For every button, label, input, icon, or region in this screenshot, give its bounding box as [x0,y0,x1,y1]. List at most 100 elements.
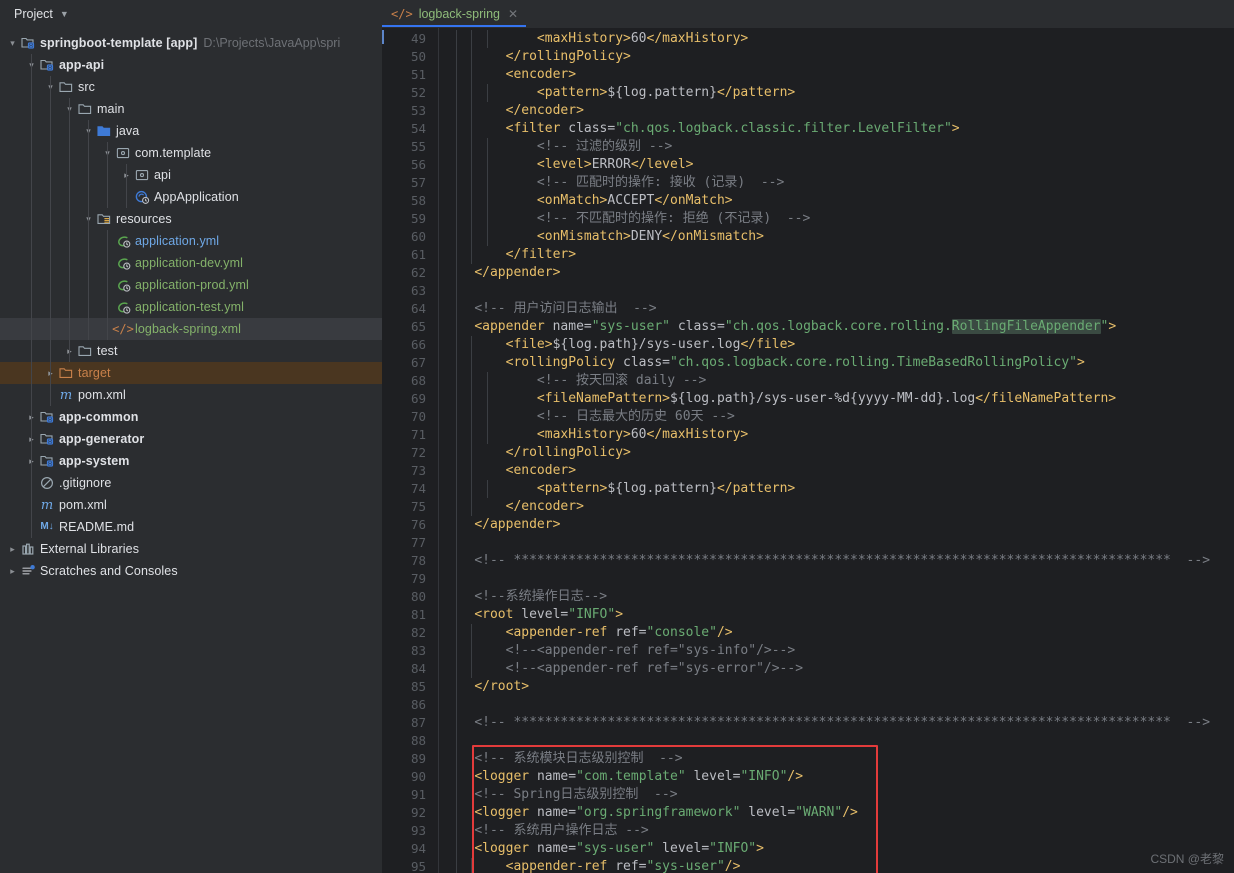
code-editor[interactable]: 49 50 51 52 53 54 55 56 57 58 59 60 61 62 63 64 65 66 67 68… [382,28,1234,873]
code-line[interactable]: <fileNamePattern>${log.path}/sys-user-%d… [443,390,1116,408]
line-number[interactable]: 83 [411,642,426,660]
line-number[interactable]: 74 [411,480,426,498]
tree-item-pom-xml[interactable]: m pom.xml [0,384,382,406]
line-number[interactable]: 49 [411,30,426,48]
code-line[interactable]: </encoder> [443,498,584,516]
tree-item-application-prod-yml[interactable]: application-prod.yml [0,274,382,296]
tree-item-appapplication[interactable]: AppApplication [0,186,382,208]
chevron-down-icon[interactable]: ▾ [6,38,19,49]
line-number[interactable]: 88 [411,732,426,750]
line-number[interactable]: 87 [411,714,426,732]
tree-item-app-generator[interactable]: ▸app-generator [0,428,382,450]
code-line[interactable]: <!-- ***********************************… [443,552,1210,570]
line-number[interactable]: 82 [411,624,426,642]
tree-item-logback-spring-xml[interactable]: </> logback-spring.xml [0,318,382,340]
code-line[interactable]: </filter> [443,246,576,264]
line-number[interactable]: 52 [411,84,426,102]
tree-item-resources[interactable]: ▾resources [0,208,382,230]
close-icon[interactable]: ✕ [508,7,518,21]
code-line[interactable]: <appender-ref ref="sys-user"/> [443,858,741,873]
tree-item-scratches-and-consoles[interactable]: ▸ Scratches and Consoles [0,560,382,582]
tree-item-com-template[interactable]: ▾com.template [0,142,382,164]
line-number[interactable]: 53 [411,102,426,120]
tree-item-target[interactable]: ▸target [0,362,382,384]
code-line[interactable]: <!-- 系统模块日志级别控制 --> [443,750,682,768]
line-number[interactable]: 92 [411,804,426,822]
code-line[interactable]: <appender name="sys-user" class="ch.qos.… [443,318,1116,336]
tree-item-app-api[interactable]: ▾app-api [0,54,382,76]
tree-item-gitignore[interactable]: .gitignore [0,472,382,494]
code-line[interactable]: <!-- 用户访问日志输出 --> [443,300,656,318]
line-number[interactable]: 89 [411,750,426,768]
chevron-right-icon[interactable]: ▸ [6,566,19,577]
line-number[interactable]: 93 [411,822,426,840]
code-line[interactable]: <appender-ref ref="console"/> [443,624,733,642]
code-line[interactable]: <onMismatch>DENY</onMismatch> [443,228,764,246]
code-line[interactable]: <root level="INFO"> [443,606,623,624]
line-number[interactable]: 80 [411,588,426,606]
line-number[interactable]: 91 [411,786,426,804]
line-number[interactable]: 51 [411,66,426,84]
code-line[interactable]: </encoder> [443,102,584,120]
line-number[interactable]: 94 [411,840,426,858]
code-line[interactable]: <!-- 匹配时的操作: 接收 (记录) --> [443,174,784,192]
tree-item-readme-md[interactable]: M↓ README.md [0,516,382,538]
line-number[interactable]: 90 [411,768,426,786]
code-line[interactable]: <maxHistory>60</maxHistory> [443,30,748,48]
code-line[interactable]: <maxHistory>60</maxHistory> [443,426,748,444]
code-line[interactable]: <encoder> [443,462,576,480]
code-line[interactable]: <pattern>${log.pattern}</pattern> [443,84,795,102]
tree-item-api[interactable]: ▸api [0,164,382,186]
code-line[interactable]: <pattern>${log.pattern}</pattern> [443,480,795,498]
code-line[interactable]: <!-- Spring日志级别控制 --> [443,786,677,804]
line-number[interactable]: 63 [411,282,426,300]
line-number[interactable]: 55 [411,138,426,156]
code-line[interactable]: <logger name="sys-user" level="INFO"> [443,840,764,858]
code-line[interactable]: <encoder> [443,66,576,84]
chevron-down-icon[interactable]: ▼ [60,9,69,19]
tab-logback-spring[interactable]: </> logback-spring ✕ [382,0,527,27]
tree-item-pom-xml[interactable]: m pom.xml [0,494,382,516]
line-number[interactable]: 54 [411,120,426,138]
line-number-gutter[interactable]: 49 50 51 52 53 54 55 56 57 58 59 60 61 62 63 64 65 66 67 68… [382,28,439,873]
tree-item-src[interactable]: ▾src [0,76,382,98]
code-line[interactable]: <!--<appender-ref ref="sys-info"/>--> [443,642,796,660]
line-number[interactable]: 60 [411,228,426,246]
tree-item-external-libraries[interactable]: ▸ External Libraries [0,538,382,560]
tree-item-application-dev-yml[interactable]: application-dev.yml [0,252,382,274]
line-number[interactable]: 73 [411,462,426,480]
code-line[interactable]: </appender> [443,516,560,534]
line-number[interactable]: 56 [411,156,426,174]
project-panel-header[interactable]: Project ▼ [0,0,382,28]
line-number[interactable]: 70 [411,408,426,426]
line-number[interactable]: 77 [411,534,426,552]
tree-item-app-system[interactable]: ▸app-system [0,450,382,472]
tree-item-application-test-yml[interactable]: application-test.yml [0,296,382,318]
code-line[interactable]: <!--系统操作日志--> [443,588,607,606]
line-number[interactable]: 85 [411,678,426,696]
code-line[interactable]: </appender> [443,264,560,282]
chevron-right-icon[interactable]: ▸ [6,544,19,555]
code-line[interactable]: <!--<appender-ref ref="sys-error"/>--> [443,660,803,678]
tree-item-test[interactable]: ▸test [0,340,382,362]
line-number[interactable]: 75 [411,498,426,516]
line-number[interactable]: 72 [411,444,426,462]
code-line[interactable]: <level>ERROR</level> [443,156,694,174]
line-number[interactable]: 84 [411,660,426,678]
code-line[interactable]: <!-- ***********************************… [443,714,1210,732]
tree-item-app-common[interactable]: ▸app-common [0,406,382,428]
code-line[interactable]: <logger name="com.template" level="INFO"… [443,768,803,786]
tree-item-main[interactable]: ▾main [0,98,382,120]
code-line[interactable]: <!-- 不匹配时的操作: 拒绝 (不记录) --> [443,210,810,228]
code-line[interactable]: <file>${log.path}/sys-user.log</file> [443,336,796,354]
code-line[interactable]: <filter class="ch.qos.logback.classic.fi… [443,120,960,138]
line-number[interactable]: 50 [411,48,426,66]
line-number[interactable]: 61 [411,246,426,264]
line-number[interactable]: 64 [411,300,426,318]
line-number[interactable]: 67 [411,354,426,372]
line-number[interactable]: 59 [411,210,426,228]
line-number[interactable]: 79 [411,570,426,588]
code-line[interactable]: <!-- 系统用户操作日志 --> [443,822,648,840]
line-number[interactable]: 65 [411,318,426,336]
tree-item-java[interactable]: ▾java [0,120,382,142]
